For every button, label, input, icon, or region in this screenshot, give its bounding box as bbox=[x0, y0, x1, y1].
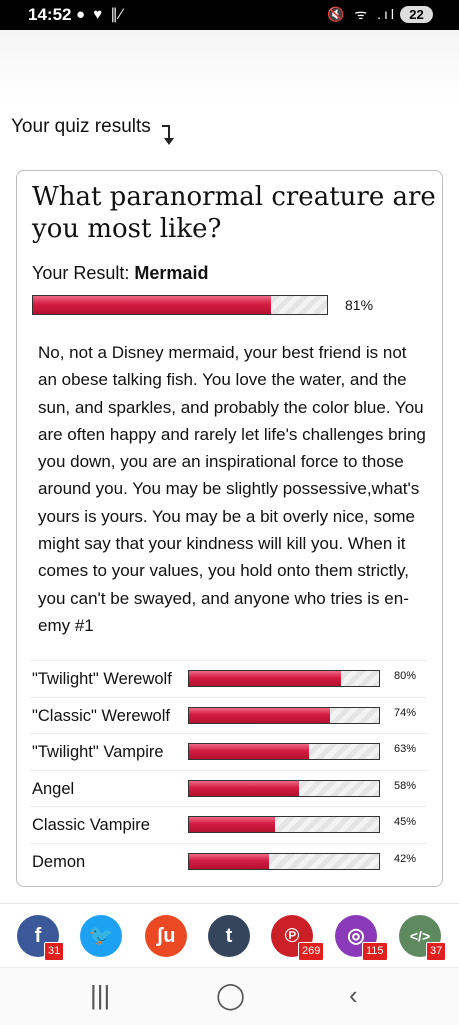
result-row-fill bbox=[189, 707, 330, 723]
result-row-fill bbox=[189, 853, 269, 869]
result-row-percent: 74% bbox=[394, 706, 417, 719]
back-button[interactable]: ‹ bbox=[349, 980, 358, 1011]
quiz-title: What paranormal creature are you most li… bbox=[32, 182, 436, 244]
status-time: 14:52 bbox=[28, 5, 72, 24]
result-row-name: "Classic" Werewolf bbox=[32, 706, 170, 725]
result-row-fill bbox=[189, 817, 275, 832]
home-button[interactable]: ◯ bbox=[216, 980, 245, 1011]
other-results-list: "Twilight" Werewolf 80% "Classic" Werewolf… bbox=[30, 660, 427, 879]
stumbleupon-icon[interactable]: ʃu bbox=[145, 915, 187, 957]
result-row-bar bbox=[188, 706, 380, 724]
share-count-badge: 31 bbox=[44, 942, 65, 961]
result-row-percent: 58% bbox=[394, 779, 417, 792]
share-count-badge: 37 bbox=[426, 942, 447, 961]
recents-button[interactable]: ||| bbox=[90, 980, 110, 1011]
share-count-badge: 269 bbox=[298, 942, 325, 961]
result-row-bar bbox=[188, 779, 380, 797]
result-row-bar bbox=[188, 670, 380, 687]
tumblr-icon[interactable]: t bbox=[208, 915, 250, 957]
signal-icons: 🔇 ᯤ .ıl bbox=[327, 6, 397, 22]
result-row: "Twilight" Werewolf 80% bbox=[30, 660, 427, 697]
share-bar: f 31 🐦 ʃu t ℗ 269 ◎ 115 </> 37 bbox=[0, 903, 459, 968]
result-row-percent: 63% bbox=[394, 743, 417, 755]
result-row-percent: 80% bbox=[394, 670, 417, 682]
page-header-area bbox=[0, 30, 459, 102]
result-progress-bar bbox=[32, 295, 328, 315]
twitter-icon[interactable]: 🐦 bbox=[80, 915, 122, 957]
result-row-name: Demon bbox=[32, 852, 86, 871]
result-row-bar bbox=[188, 852, 380, 870]
result-row-name: Angel bbox=[32, 779, 75, 798]
arrow-down-icon bbox=[162, 125, 174, 145]
result-row: Angel 58% bbox=[30, 769, 427, 807]
share-count-badge: 115 bbox=[362, 942, 388, 961]
result-name: Mermaid bbox=[134, 263, 209, 283]
result-row-bar bbox=[188, 743, 380, 760]
result-row-name: "Twilight" Werewolf bbox=[32, 670, 172, 688]
result-progress-fill bbox=[33, 296, 272, 314]
result-row: Demon 42% bbox=[30, 842, 427, 880]
result-row: "Twilight" Vampire 63% bbox=[30, 733, 427, 770]
result-description: No, not a Disney mermaid, your best frie… bbox=[38, 343, 426, 635]
result-row-name: "Twilight" Vampire bbox=[32, 743, 164, 761]
battery-indicator: 22 bbox=[400, 6, 433, 23]
result-row-name: Classic Vampire bbox=[32, 816, 150, 834]
result-percent: 81% bbox=[345, 297, 374, 313]
result-row: "Classic" Werewolf 74% bbox=[30, 696, 427, 734]
result-row: Classic Vampire 45% bbox=[30, 806, 427, 843]
status-bar: 14:52 ● ♥ ∥∕ 🔇 ᯤ .ıl 22 bbox=[0, 0, 459, 30]
result-row-percent: 42% bbox=[394, 852, 417, 865]
result-row-fill bbox=[189, 671, 341, 686]
result-line: Your Result: Mermaid bbox=[32, 263, 208, 284]
result-row-bar bbox=[188, 816, 380, 833]
android-nav-bar: ||| ◯ ‹ bbox=[0, 967, 459, 1025]
result-prefix: Your Result: bbox=[32, 263, 130, 283]
result-row-fill bbox=[189, 780, 300, 796]
result-row-percent: 45% bbox=[394, 816, 417, 828]
notification-icons: ● ♥ ∥∕ bbox=[76, 6, 125, 23]
quiz-results-label: Your quiz results bbox=[11, 116, 151, 137]
result-row-fill bbox=[189, 744, 309, 759]
